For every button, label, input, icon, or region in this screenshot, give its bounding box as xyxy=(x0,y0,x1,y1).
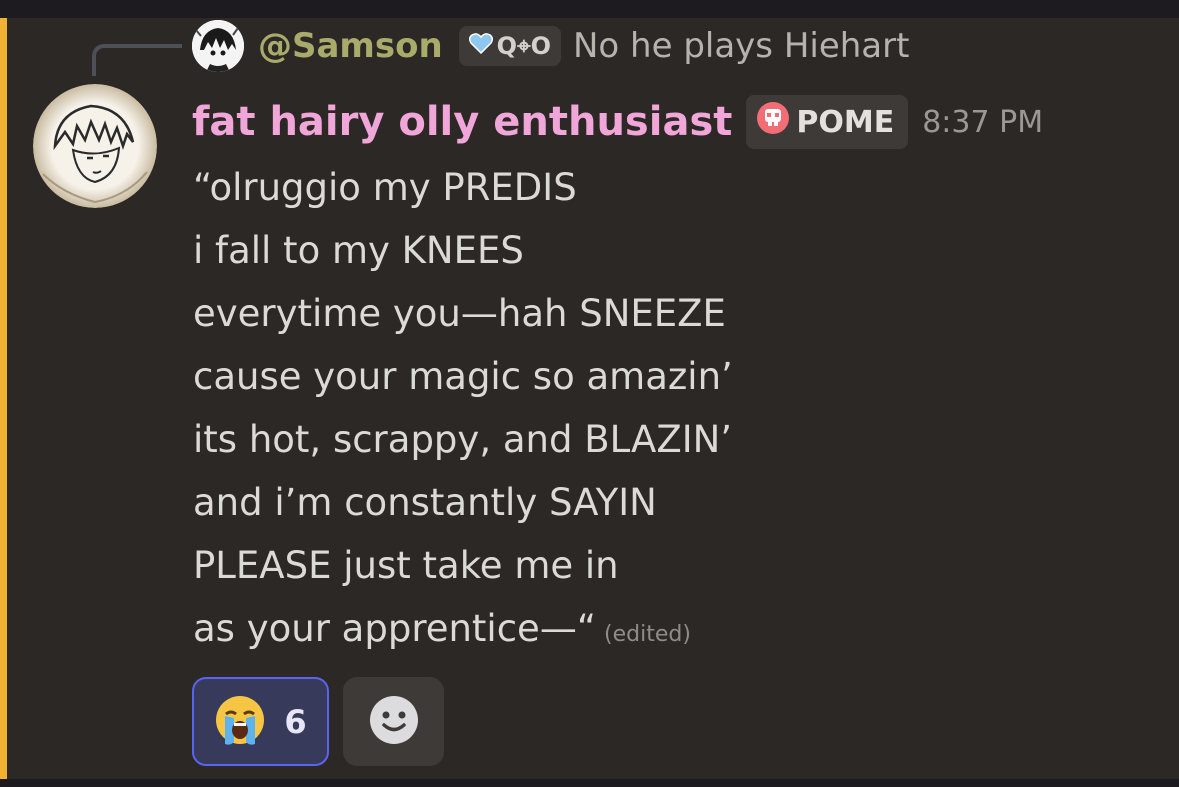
edited-label: (edited) xyxy=(604,622,691,647)
author-name[interactable]: fat hairy olly enthusiast xyxy=(192,99,732,145)
server-tag-label: POME xyxy=(796,104,895,140)
reaction-crying-button[interactable]: 6 xyxy=(192,677,329,766)
reply-avatar[interactable] xyxy=(192,20,244,72)
message-line-text: as your apprentice—“ xyxy=(193,607,596,650)
reactions-bar: 6 xyxy=(192,677,444,766)
reaction-count: 6 xyxy=(284,702,307,741)
message-line: PLEASE just take me in xyxy=(193,544,619,587)
mention-highlight-bar xyxy=(0,18,7,779)
smiley-face-icon xyxy=(368,694,420,750)
message-header: fat hairy olly enthusiast POME 8:37 PM xyxy=(192,92,1043,152)
message-line: i fall to my KNEES xyxy=(193,229,524,272)
message-line-last: as your apprentice—“ (edited) xyxy=(193,597,1153,660)
top-divider xyxy=(0,0,1179,18)
server-tag-badge[interactable]: Q⌖O xyxy=(458,26,561,66)
message-line: “olruggio my PREDIS xyxy=(193,166,577,209)
add-reaction-button[interactable] xyxy=(343,677,444,766)
chat-screen: @Samson Q⌖O No he plays Hiehart fat hair… xyxy=(0,0,1179,787)
message-line: its hot, scrappy, and BLAZIN’ xyxy=(193,418,733,461)
message-line: cause your magic so amazin’ xyxy=(193,355,733,398)
reply-reference[interactable]: @Samson Q⌖O No he plays Hiehart xyxy=(192,18,909,74)
message-body: “olruggio my PREDIS i fall to my KNEES e… xyxy=(193,156,1153,660)
message-line: and i’m constantly SAYIN xyxy=(193,481,657,524)
bottom-divider xyxy=(0,779,1179,787)
message-line: everytime you—hah SNEEZE xyxy=(193,292,726,335)
server-tag-label: Q⌖O xyxy=(496,32,551,60)
heart-icon xyxy=(468,32,493,60)
reply-author-name[interactable]: @Samson xyxy=(258,26,443,66)
reply-connector xyxy=(92,44,182,76)
message-timestamp[interactable]: 8:37 PM xyxy=(922,105,1043,140)
author-avatar[interactable] xyxy=(33,84,157,208)
server-tag-badge-author[interactable]: POME xyxy=(746,95,909,149)
loudly-crying-face-icon xyxy=(214,694,266,750)
reply-preview-text[interactable]: No he plays Hiehart xyxy=(573,26,909,66)
skull-icon xyxy=(756,101,790,143)
